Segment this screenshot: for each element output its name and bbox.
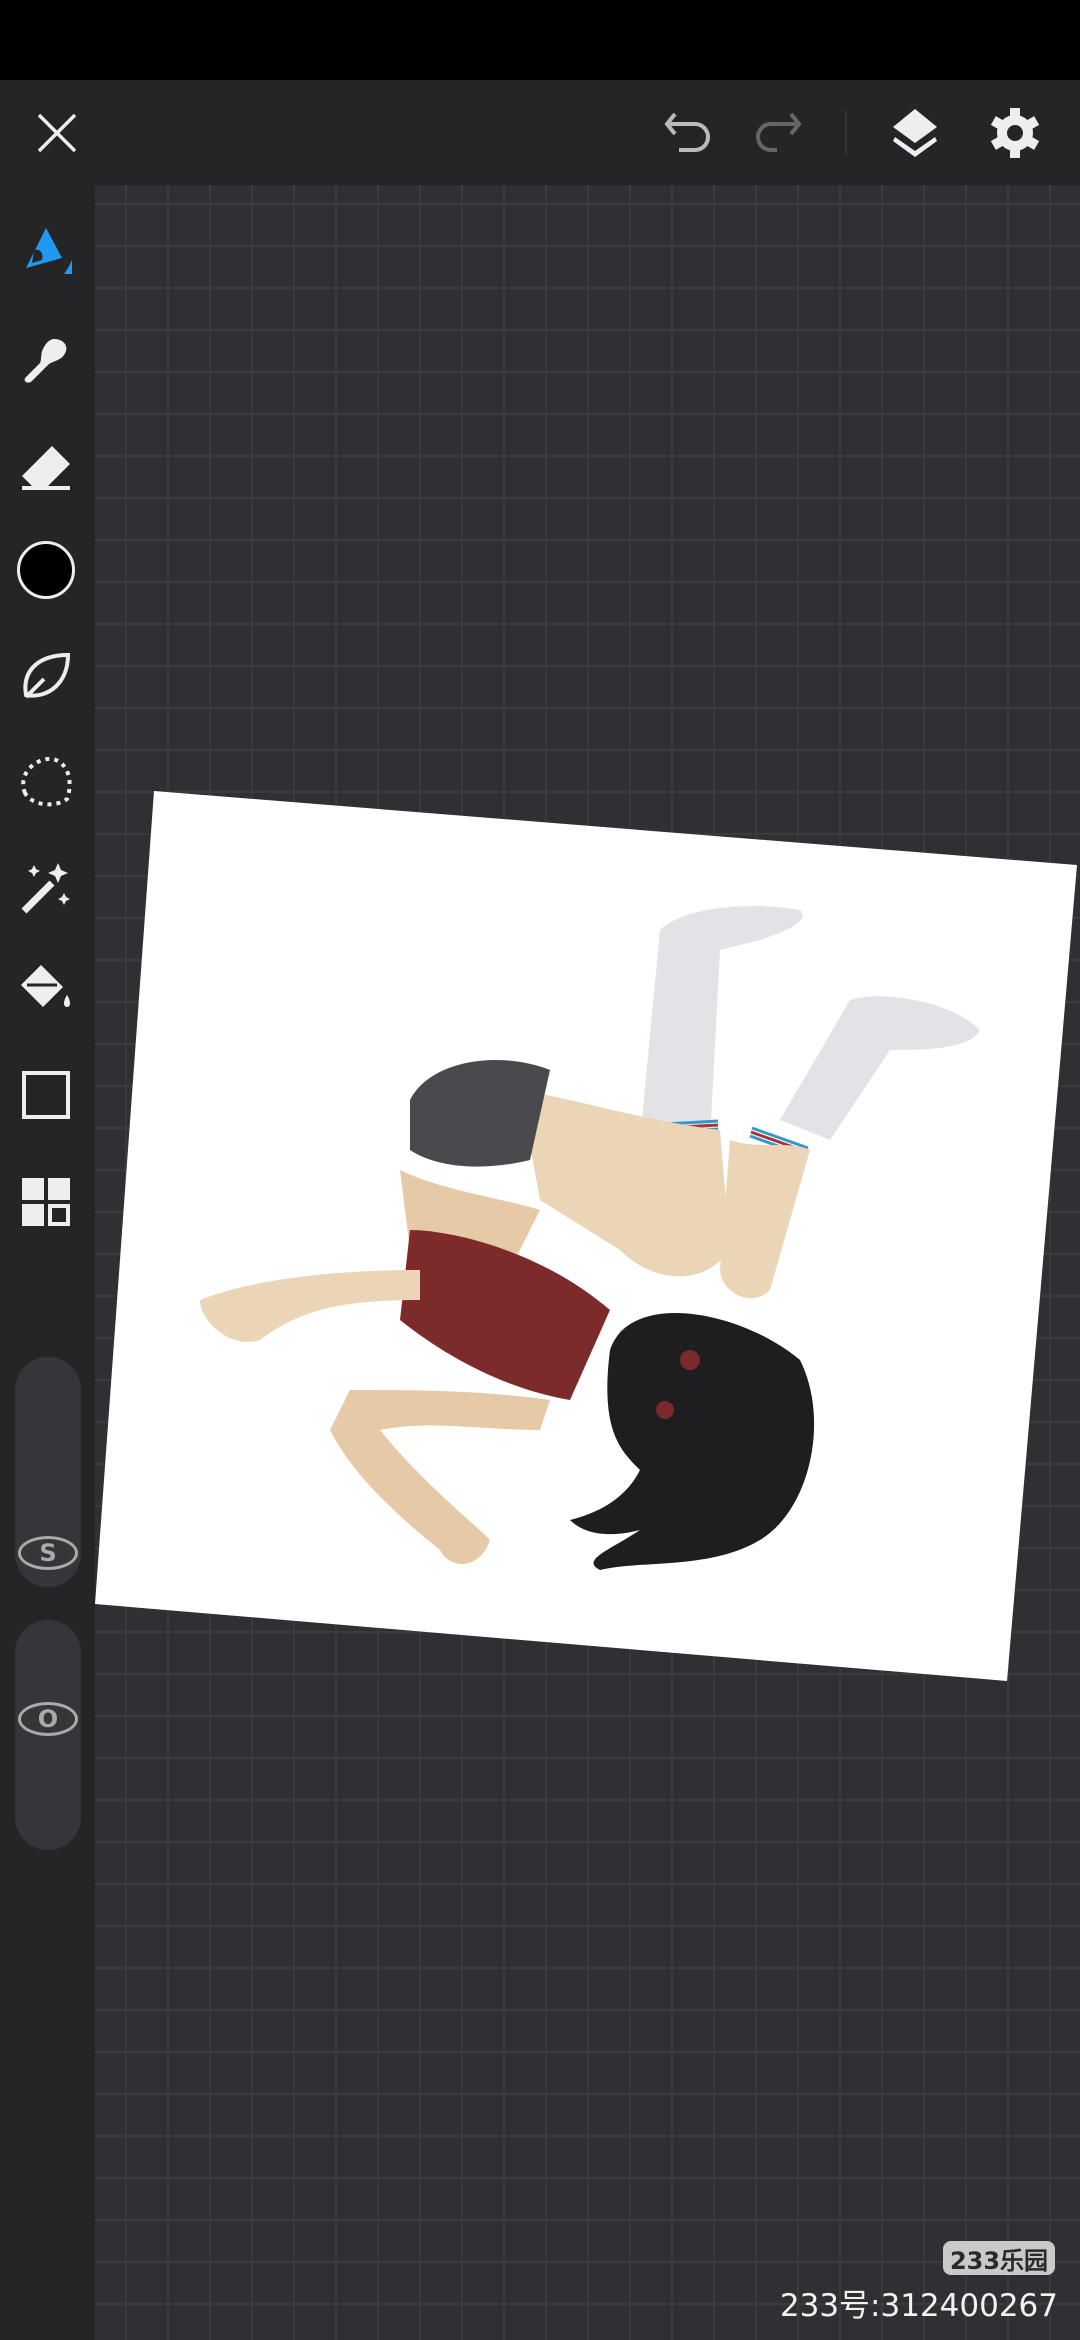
brush-size-slider[interactable]: S <box>15 1357 81 1587</box>
redo-button[interactable] <box>750 103 806 163</box>
tool-fill[interactable] <box>16 960 76 1020</box>
drawing-canvas[interactable] <box>95 185 1080 2340</box>
tool-color[interactable] <box>16 540 76 600</box>
eye <box>680 1350 700 1370</box>
tool-eraser[interactable] <box>16 438 76 498</box>
top-toolbar <box>0 80 1080 185</box>
dotted-selection-icon <box>21 756 72 807</box>
tool-selection[interactable] <box>16 752 76 812</box>
artwork <box>95 791 1077 1681</box>
undo-button[interactable] <box>660 103 716 163</box>
tool-lasso[interactable] <box>16 647 76 707</box>
divider <box>845 110 847 155</box>
tool-brush[interactable] <box>16 224 76 284</box>
smudge-icon <box>24 339 67 383</box>
settings-button[interactable] <box>985 103 1045 163</box>
tool-layout[interactable] <box>16 1172 76 1232</box>
square-icon <box>22 1071 70 1119</box>
status-bar <box>0 0 1080 80</box>
close-button[interactable] <box>27 103 87 163</box>
watermark-logo: 233乐园 <box>943 2241 1055 2275</box>
lasso-leaf-icon <box>23 652 71 699</box>
redo-icon <box>756 112 802 152</box>
paint-bucket-icon <box>21 965 70 1007</box>
undo-icon <box>664 112 710 152</box>
layers-icon <box>893 109 937 157</box>
opacity-slider-knob[interactable]: O <box>18 1702 78 1736</box>
gear-icon <box>990 108 1040 158</box>
tool-smudge[interactable] <box>16 331 76 391</box>
watermark-id: 233号:312400267 <box>779 2288 1058 2324</box>
tool-shape[interactable] <box>16 1065 76 1125</box>
paper-sheet <box>95 791 1077 1681</box>
grid-layout-icon <box>22 1178 70 1226</box>
tool-sidebar: S O <box>0 185 95 2340</box>
eraser-icon <box>22 446 70 490</box>
size-slider-knob[interactable]: S <box>18 1536 78 1570</box>
brush-icon <box>26 228 72 274</box>
close-icon <box>37 113 77 153</box>
opacity-slider[interactable]: O <box>15 1620 81 1850</box>
layers-button[interactable] <box>885 103 945 163</box>
tool-magic-wand[interactable] <box>16 859 76 919</box>
color-swatch-icon <box>17 541 75 599</box>
magic-wand-icon <box>21 863 70 914</box>
